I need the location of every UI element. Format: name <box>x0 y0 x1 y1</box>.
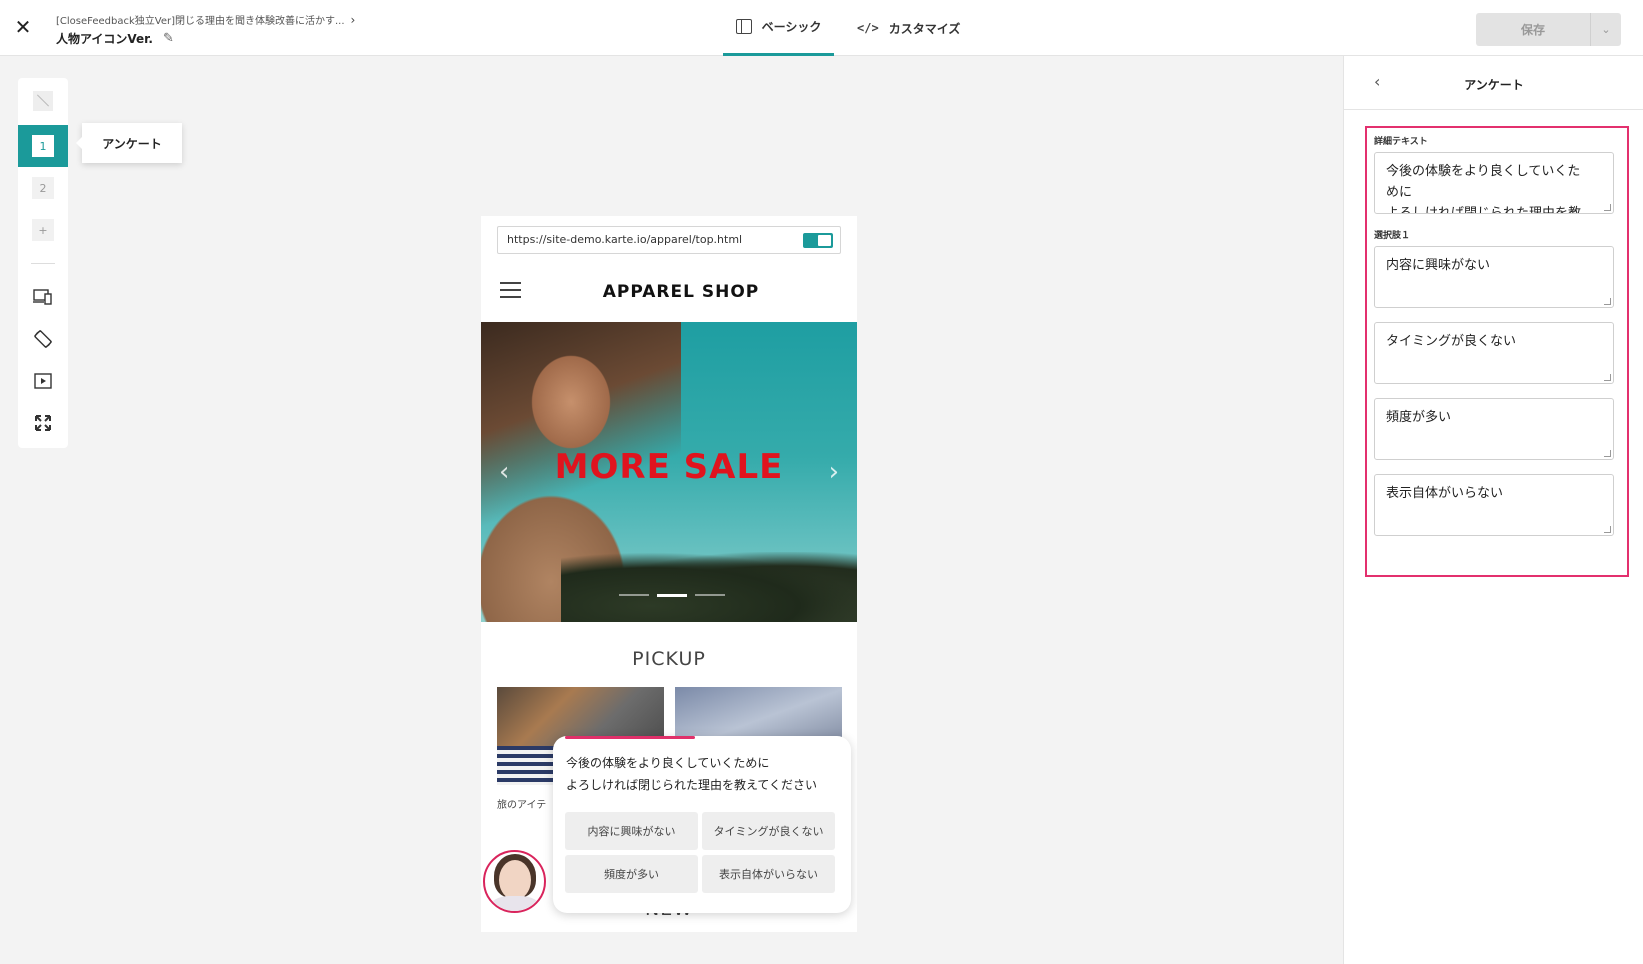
popup-option-4[interactable]: 表示自体がいらない <box>702 855 835 893</box>
shop-title: APPAREL SHOP <box>602 282 760 302</box>
carousel-next-icon[interactable]: › <box>829 457 839 487</box>
avatar-face <box>499 860 531 900</box>
hero-sale-text: MORE SALE <box>554 447 784 487</box>
close-icon[interactable]: ✕ <box>12 15 34 39</box>
add-step-button[interactable]: + <box>18 209 68 251</box>
choice-field-3[interactable]: 頻度が多い <box>1374 398 1614 460</box>
chevron-right-icon: › <box>350 12 356 27</box>
step-1-number: 1 <box>32 135 54 157</box>
panel-title: アンケート <box>1464 78 1524 92</box>
devices-icon <box>33 287 53 307</box>
play-icon <box>33 371 53 391</box>
popup-message: 今後の体験をより良くしていくために よろしければ閉じられた理由を教えてください <box>566 752 817 796</box>
plus-icon: + <box>32 219 54 241</box>
carousel-prev-icon[interactable]: ‹ <box>499 457 509 487</box>
carousel-dot-active[interactable] <box>657 594 687 597</box>
carousel-dot[interactable] <box>695 594 725 596</box>
rail-divider <box>31 263 55 264</box>
popup-accent-bar <box>565 736 695 739</box>
pickup-heading: PICKUP <box>632 648 706 670</box>
choice-field-2[interactable]: タイミングが良くない <box>1374 322 1614 384</box>
popup-option-1[interactable]: 内容に興味がない <box>565 812 698 850</box>
detail-text-field[interactable]: 今後の体験をより良くしていくた めに よろしければ閉じられた理由を教 <box>1374 152 1614 214</box>
pickup-caption: 旅のアイテ <box>497 800 547 811</box>
breadcrumb[interactable]: [CloseFeedback独立Ver]閉じる理由を聞き体験改善に活かす... … <box>56 12 356 28</box>
tab-basic-label: ベーシック <box>761 20 822 34</box>
popup-option-2[interactable]: タイミングが良くない <box>702 812 835 850</box>
phone-preview: https://site-demo.karte.io/apparel/top.h… <box>481 216 857 932</box>
chevron-down-icon[interactable]: ⌄ <box>1591 13 1621 46</box>
avatar-body <box>489 896 541 911</box>
save-group: 保存 ⌄ <box>1476 13 1621 46</box>
detail-text-label: 詳細テキスト <box>1374 137 1428 147</box>
tool-rail: 1 2 + <box>18 78 68 448</box>
choice-field-4[interactable]: 表示自体がいらない <box>1374 474 1614 536</box>
survey-settings-box: 詳細テキスト 今後の体験をより良くしていくた めに よろしければ閉じられた理由を… <box>1365 126 1629 577</box>
hero-foliage <box>561 552 857 622</box>
avatar <box>483 850 546 913</box>
panel-header: ‹ アンケート <box>1344 56 1643 110</box>
page-title: 人物アイコンVer. <box>56 32 153 46</box>
popup-option-3[interactable]: 頻度が多い <box>565 855 698 893</box>
layout-panel-icon <box>735 19 752 34</box>
top-bar: ✕ [CloseFeedback独立Ver]閉じる理由を聞き体験改善に活かす..… <box>0 0 1643 56</box>
rail-none-slot[interactable] <box>18 80 68 122</box>
striped-shirt-image <box>497 746 557 785</box>
choice-field-1[interactable]: 内容に興味がない <box>1374 246 1614 308</box>
tab-customize[interactable]: </> カスタマイズ <box>857 0 960 56</box>
step-tooltip: アンケート <box>76 123 182 163</box>
shop-header: APPAREL SHOP <box>481 264 857 322</box>
popup-line-1: 今後の体験をより良くしていくために <box>566 756 770 770</box>
choice-label: 選択肢１ <box>1374 231 1411 241</box>
tab-basic[interactable]: ベーシック <box>723 0 834 56</box>
expand-icon <box>33 413 53 433</box>
settings-panel: ‹ アンケート 詳細テキスト 今後の体験をより良くしていくた めに よろしければ… <box>1343 56 1643 964</box>
preview-toggle[interactable] <box>803 233 833 248</box>
pencil-icon[interactable]: ✎ <box>163 31 174 46</box>
preview-play-button[interactable] <box>18 360 68 402</box>
rotate-button[interactable] <box>18 318 68 360</box>
title-row: 人物アイコンVer. ✎ <box>56 30 174 47</box>
survey-popup: 今後の体験をより良くしていくために よろしければ閉じられた理由を教えてください … <box>553 736 851 913</box>
rotate-device-icon <box>33 329 53 349</box>
none-icon <box>33 91 53 111</box>
tab-customize-label: カスタマイズ <box>888 21 961 36</box>
carousel-dot[interactable] <box>619 594 649 596</box>
step-2-number: 2 <box>32 177 54 199</box>
fullscreen-button[interactable] <box>18 402 68 444</box>
carousel-dots <box>619 594 725 597</box>
breadcrumb-text[interactable]: [CloseFeedback独立Ver]閉じる理由を聞き体験改善に活かす... <box>56 12 345 27</box>
preview-url: https://site-demo.karte.io/apparel/top.h… <box>507 233 743 246</box>
code-icon: </> <box>857 21 879 35</box>
save-button[interactable]: 保存 <box>1476 13 1591 46</box>
preview-url-bar[interactable]: https://site-demo.karte.io/apparel/top.h… <box>497 226 841 254</box>
step-1[interactable]: 1 <box>18 125 68 167</box>
step-2[interactable]: 2 <box>18 167 68 209</box>
popup-line-2: よろしければ閉じられた理由を教えてください <box>566 778 818 792</box>
device-toggle-button[interactable] <box>18 276 68 318</box>
hero-banner[interactable]: MORE SALE ‹ › <box>481 322 857 622</box>
